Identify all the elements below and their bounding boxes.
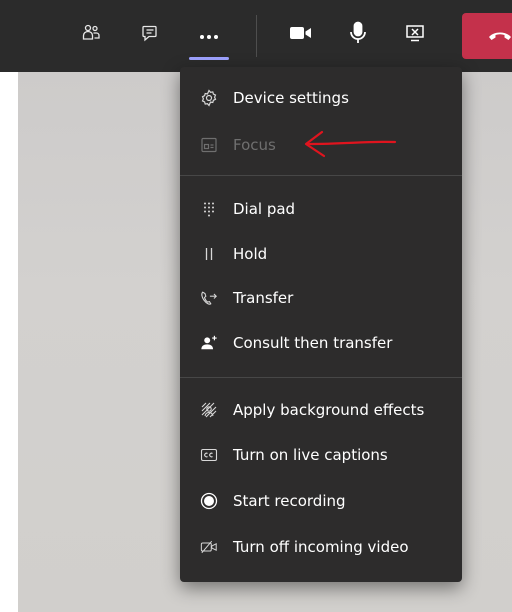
chat-button[interactable]: [135, 20, 165, 50]
toolbar-divider: [256, 15, 257, 57]
menu-item-device-settings[interactable]: Device settings: [180, 81, 462, 115]
menu-item-dial-pad[interactable]: Dial pad: [180, 192, 462, 226]
menu-item-label: Dial pad: [233, 200, 296, 218]
menu-item-label: Consult then transfer: [233, 334, 393, 352]
more-options-button[interactable]: [194, 20, 224, 50]
record-icon: [200, 492, 218, 510]
camera-icon: [289, 25, 313, 45]
menu-item-start-recording[interactable]: Start recording: [180, 484, 462, 518]
people-icon: [81, 23, 101, 47]
captions-icon: [200, 446, 218, 464]
hang-up-icon: [488, 27, 512, 46]
microphone-button[interactable]: [343, 20, 373, 50]
active-indicator: [189, 57, 229, 60]
menu-item-turn-on-live-captions[interactable]: Turn on live captions: [180, 438, 462, 472]
annotation-arrow: [304, 130, 397, 158]
focus-icon: [200, 136, 218, 154]
people-button[interactable]: [76, 20, 106, 50]
menu-item-label: Device settings: [233, 89, 349, 107]
camera-button[interactable]: [286, 20, 316, 50]
menu-item-label: Apply background effects: [233, 401, 425, 419]
more-options-icon: [198, 26, 220, 45]
menu-item-apply-background-effects[interactable]: Apply background effects: [180, 393, 462, 427]
gear-icon: [200, 89, 218, 107]
share-screen-icon: [404, 23, 426, 47]
menu-item-label: Hold: [233, 245, 268, 263]
menu-divider: [180, 377, 462, 378]
microphone-icon: [349, 21, 367, 49]
hang-up-button[interactable]: [462, 13, 512, 59]
menu-item-label: Transfer: [233, 289, 294, 307]
menu-item-label: Start recording: [233, 492, 346, 510]
menu-item-turn-off-incoming-video[interactable]: Turn off incoming video: [180, 530, 462, 564]
transfer-icon: [200, 289, 218, 307]
video-off-icon: [200, 538, 218, 556]
menu-item-transfer[interactable]: Transfer: [180, 281, 462, 315]
menu-item-label: Turn off incoming video: [233, 538, 409, 556]
call-toolbar: [0, 0, 512, 72]
background-effects-icon: [200, 401, 218, 419]
dial-pad-icon: [200, 200, 218, 218]
chat-icon: [140, 23, 160, 47]
menu-item-consult-then-transfer[interactable]: Consult then transfer: [180, 326, 462, 360]
share-screen-button[interactable]: [400, 20, 430, 50]
menu-item-hold[interactable]: Hold: [180, 237, 462, 271]
menu-divider: [180, 175, 462, 176]
consult-transfer-icon: [200, 334, 218, 352]
menu-item-label: Focus: [233, 136, 276, 154]
menu-item-label: Turn on live captions: [233, 446, 388, 464]
hold-icon: [200, 245, 218, 263]
